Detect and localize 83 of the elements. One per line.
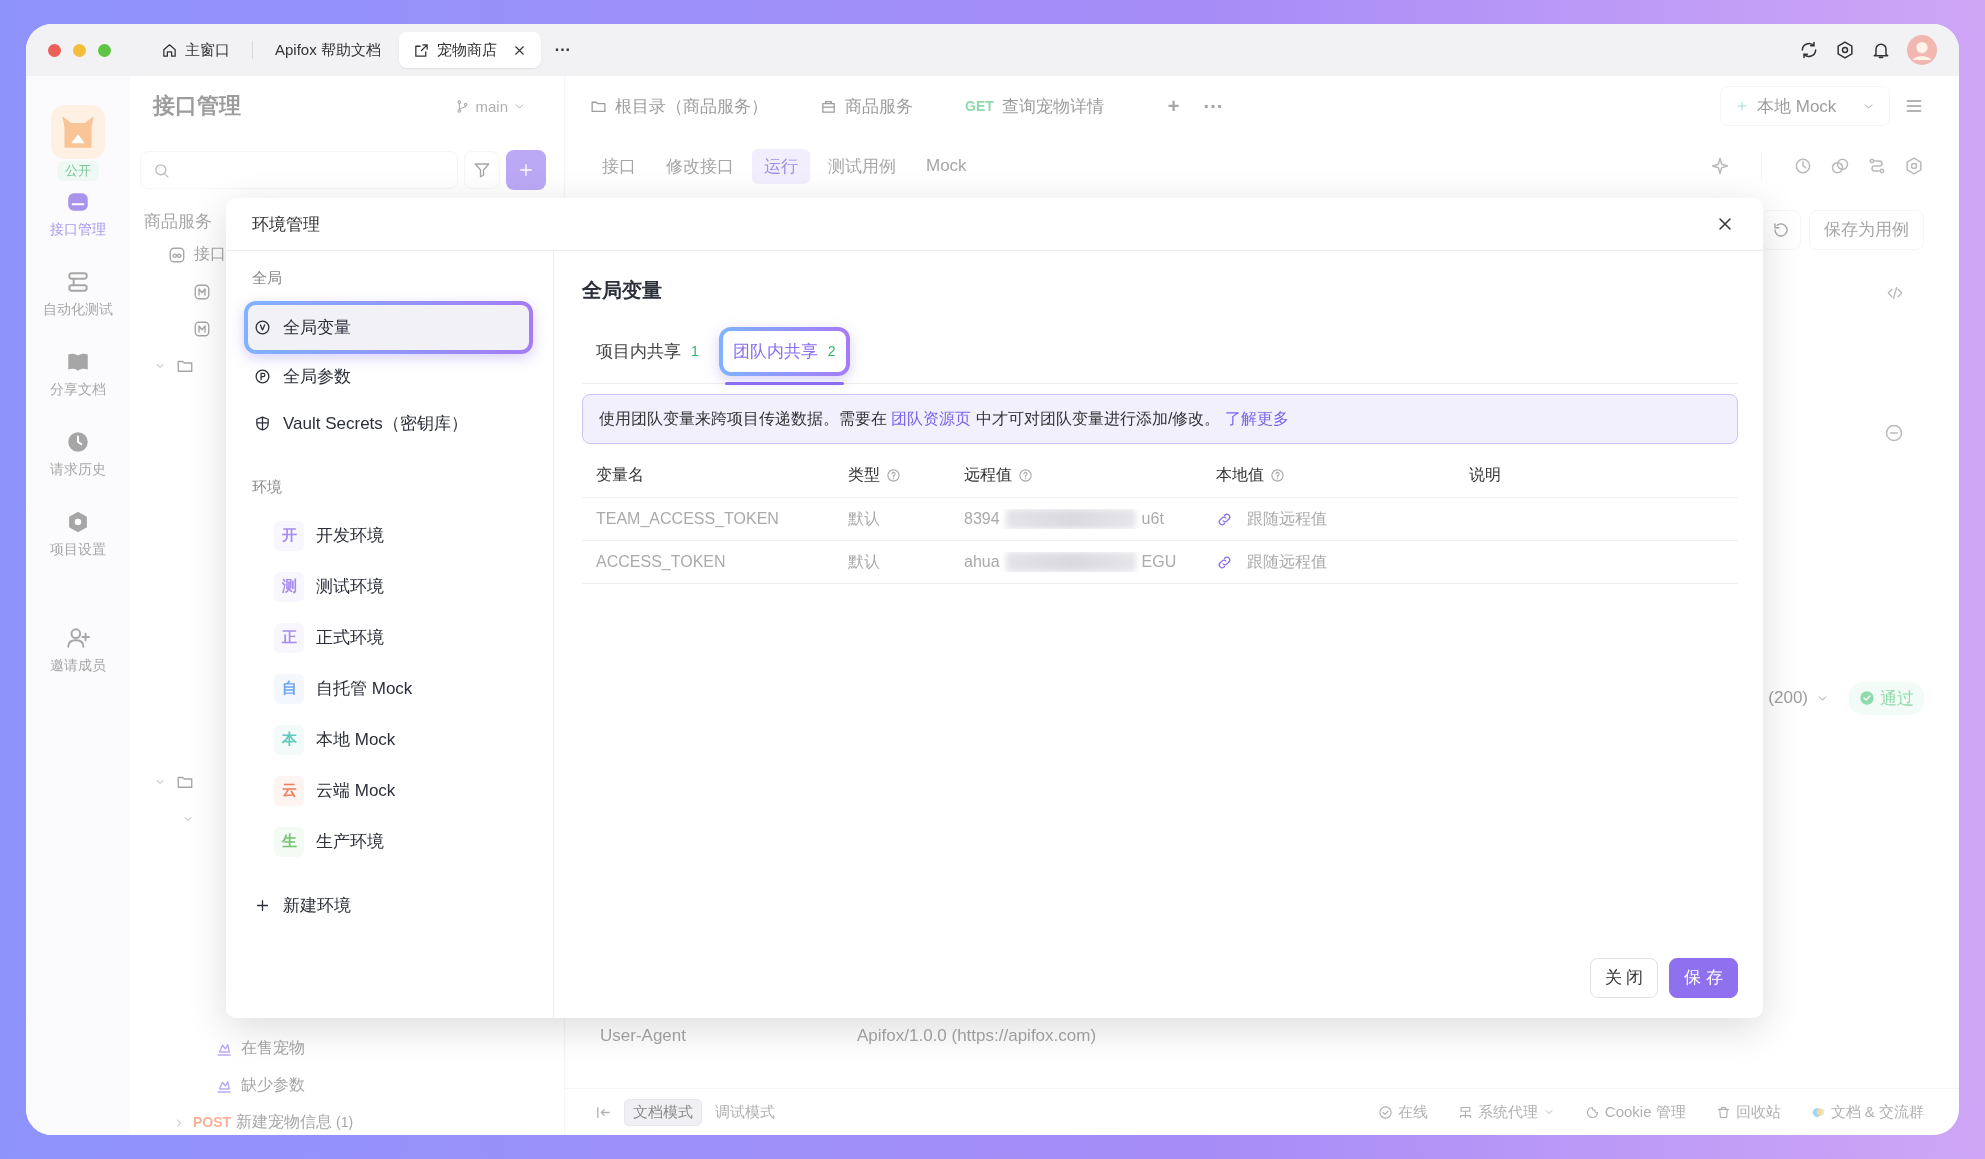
result-badge: 通过 — [1849, 681, 1924, 715]
tree-item[interactable]: POST 新建宠物信息 (1) — [193, 1112, 354, 1133]
status-select[interactable]: (200) — [1768, 688, 1829, 708]
save-as-case-button[interactable]: 保存为用例 — [1809, 210, 1924, 250]
section-label: 全局 — [251, 268, 283, 288]
table-cell: 8394 — [964, 510, 1000, 528]
environment-badge: 自 — [274, 673, 304, 704]
link[interactable]: 了解更多 — [1224, 409, 1289, 427]
sidebar-item[interactable]: 全局参数 — [244, 354, 533, 399]
column-header: 说明 — [1469, 464, 1501, 485]
column-header: 本地值 — [1216, 464, 1264, 485]
environment-select[interactable]: 本地 Mock — [1720, 86, 1890, 126]
notice-text: 使用团队变量来跨项目传递数据。需要在 团队资源页 中才可对团队变量进行添加/修改。 了解更多 — [599, 408, 1289, 429]
window-tab[interactable]: 宠物商店 — [398, 32, 541, 68]
sidebar-item[interactable]: 测 测试环境 — [244, 563, 533, 610]
nav-item[interactable]: 邀请成员 — [48, 621, 108, 679]
tree-item[interactable]: 在售宠物 — [241, 1038, 305, 1059]
section-title: 全局变量 — [582, 278, 663, 303]
sidebar-item[interactable]: 生 生产环境 — [244, 818, 533, 865]
status-item[interactable]: 系统代理 — [1457, 1102, 1555, 1122]
status-item[interactable]: 在线 — [1377, 1102, 1428, 1122]
tab[interactable]: 接口 — [590, 148, 648, 184]
nav-item[interactable]: 自动化测试 — [41, 265, 115, 323]
environment-badge: 生 — [274, 826, 304, 857]
table-cell: ahua — [964, 553, 1000, 571]
sidebar-item[interactable]: 云 云端 Mock — [244, 767, 533, 814]
mode-tab[interactable]: 文档模式 — [624, 1098, 702, 1126]
column-header: 远程值 — [964, 464, 1012, 485]
tree-item[interactable]: 缺少参数 — [241, 1075, 305, 1096]
add-tab-button[interactable]: + — [1155, 94, 1192, 118]
table-cell-text: 默认 — [848, 508, 880, 529]
table-cell-text: 默认 — [848, 551, 880, 572]
status-item[interactable]: Cookie 管理 — [1584, 1102, 1686, 1122]
environment-badge: 正 — [274, 622, 304, 653]
table-cell: TEAM_ACCESS_TOKEN — [596, 510, 779, 528]
window-tab[interactable]: 主窗口 — [147, 32, 244, 68]
add-environment-button[interactable]: 新建环境 — [244, 885, 533, 925]
tree-heading: 商品服务 — [144, 211, 212, 233]
tab[interactable]: Mock — [914, 150, 979, 182]
window-tab[interactable]: Apifox 帮助文档 — [261, 32, 395, 68]
save-button[interactable]: 保 存 — [1669, 958, 1738, 998]
panel-title: 接口管理 — [153, 92, 241, 120]
tab[interactable]: 修改接口 — [654, 148, 746, 184]
header-value: Apifox/1.0.0 (https://apifox.com) — [857, 1026, 1097, 1046]
tab[interactable]: 项目内共享 1 — [582, 326, 713, 376]
table-cell-text: 跟随远程值 — [1247, 508, 1327, 529]
sidebar-item[interactable]: 正 正式环境 — [244, 614, 533, 661]
table-cell-text: 跟随远程值 — [1247, 551, 1327, 572]
mode-tab[interactable]: 调试模式 — [706, 1098, 784, 1126]
sidebar-item[interactable]: 本 本地 Mock — [244, 716, 533, 763]
table-cell: EGU — [1141, 553, 1177, 571]
section-label: 环境 — [251, 477, 283, 497]
nav-item[interactable]: 分享文档 — [48, 345, 108, 403]
status-item[interactable]: 文档 & 交流群 — [1810, 1102, 1924, 1122]
nav-item[interactable]: 接口管理 — [48, 185, 108, 243]
sidebar-item[interactable]: 开 开发环境 — [244, 512, 533, 559]
dialog-title: 环境管理 — [252, 213, 320, 236]
document-tab[interactable]: GET 查询宠物详情 — [965, 94, 1124, 118]
header-name: User-Agent — [599, 1026, 687, 1046]
sidebar-item[interactable]: 自 自托管 Mock — [244, 665, 533, 712]
tab[interactable]: 测试用例 — [816, 148, 908, 184]
more-button[interactable]: ··· — [1191, 94, 1236, 118]
link[interactable]: 团队资源页 — [891, 409, 972, 427]
table-cell: u6t — [1141, 510, 1164, 528]
nav-item[interactable]: 请求历史 — [48, 425, 108, 483]
column-header: 变量名 — [596, 464, 644, 485]
table-cell: ACCESS_TOKEN — [596, 553, 726, 571]
environment-badge: 测 — [274, 571, 304, 602]
sidebar-item[interactable]: Vault Secrets（密钥库） — [244, 401, 533, 446]
environment-badge: 本 — [274, 724, 304, 755]
tab[interactable]: 运行 — [752, 148, 810, 184]
more-button[interactable]: ··· — [544, 41, 581, 59]
document-tab[interactable]: 商品服务 — [820, 94, 933, 118]
environment-badge: 云 — [274, 775, 304, 806]
nav-item[interactable]: 项目设置 — [48, 505, 108, 563]
close-button[interactable]: 关 闭 — [1589, 958, 1659, 998]
visibility-badge: 公开 — [57, 161, 99, 181]
status-item[interactable]: 回收站 — [1715, 1102, 1781, 1122]
column-header: 类型 — [848, 464, 880, 485]
document-tab[interactable]: 根目录（商品服务） — [590, 94, 788, 118]
tree-item[interactable]: 接口 — [194, 244, 226, 265]
branch-select[interactable]: main — [455, 97, 526, 115]
environment-badge: 开 — [274, 520, 304, 551]
